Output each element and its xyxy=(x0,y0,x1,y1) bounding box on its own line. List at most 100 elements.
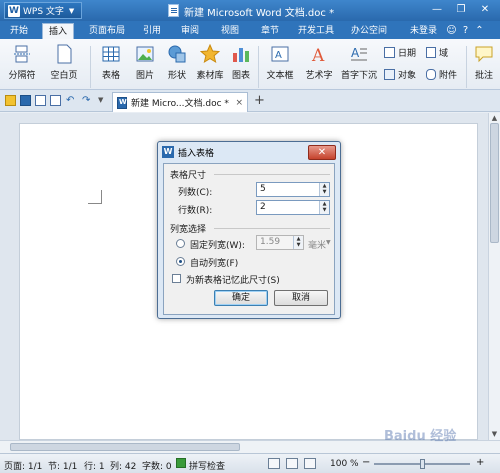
tab-view[interactable]: 视图 xyxy=(216,23,244,39)
dialog-close-button[interactable]: ✕ xyxy=(308,145,336,160)
wps-logo-icon: W xyxy=(8,4,20,17)
open-folder-icon[interactable] xyxy=(5,95,16,106)
title-bar: W WPS 文字 ▼ 新建 Microsoft Word 文档.doc * — … xyxy=(0,0,500,21)
chart-button[interactable]: 图表 xyxy=(228,44,254,81)
vertical-scroll-thumb[interactable] xyxy=(490,123,499,243)
wordart-icon: A xyxy=(311,46,325,64)
date-button[interactable]: 日期 xyxy=(384,46,416,59)
rows-label: 行数(R): xyxy=(178,206,213,216)
undo-icon[interactable]: ↶ xyxy=(66,95,77,106)
page-view-icon[interactable] xyxy=(268,458,280,469)
paperclip-icon xyxy=(426,69,436,80)
document-tab-label: 新建 Micro...文档.doc * xyxy=(131,99,229,109)
redo-icon[interactable]: ↷ xyxy=(82,95,93,106)
rows-stepper[interactable]: 2 ▲ ▼ xyxy=(256,200,330,215)
app-menu-button[interactable]: W WPS 文字 ▼ xyxy=(4,2,82,19)
fixed-width-radio[interactable] xyxy=(176,239,185,248)
tab-start[interactable]: 开始 xyxy=(6,23,32,39)
table-button[interactable]: 表格 xyxy=(96,44,126,81)
status-section: 节: 1/1 xyxy=(48,462,78,472)
textbox-button[interactable]: A 文本框 xyxy=(262,44,298,81)
save-icon[interactable] xyxy=(20,95,31,106)
columns-spin-buttons[interactable]: ▲ ▼ xyxy=(319,183,329,196)
spin-down-icon[interactable]: ▼ xyxy=(294,242,303,248)
tab-developer[interactable]: 开发工具 xyxy=(294,23,338,39)
app-name: WPS 文字 xyxy=(23,7,64,17)
tab-section[interactable]: 章节 xyxy=(256,23,284,39)
wordart-button[interactable]: A 艺术字 xyxy=(302,44,336,81)
auto-width-label[interactable]: 自动列宽(F) xyxy=(190,256,238,269)
close-icon[interactable]: ✕ xyxy=(474,2,496,18)
shape-icon xyxy=(168,45,186,63)
unit-caret-icon[interactable]: ▼ xyxy=(326,239,331,246)
fixed-width-label[interactable]: 固定列宽(W): xyxy=(190,238,245,251)
web-view-icon[interactable] xyxy=(304,458,316,469)
window-controls: — ❐ ✕ xyxy=(426,2,496,18)
blank-page-button[interactable]: 空白页 xyxy=(46,44,82,81)
minimize-ribbon-icon[interactable]: ⌃ xyxy=(474,25,485,36)
vertical-scrollbar[interactable]: ▲ ▼ xyxy=(488,113,500,440)
textbox-icon: A xyxy=(271,46,289,62)
zoom-out-icon[interactable]: − xyxy=(362,457,370,468)
object-button[interactable]: 对象 xyxy=(384,68,416,81)
document-tab[interactable]: 新建 Micro...文档.doc * × xyxy=(112,92,248,112)
ribbon-separator xyxy=(466,46,467,88)
zoom-in-icon[interactable]: + xyxy=(476,457,484,468)
tab-insert[interactable]: 插入 xyxy=(42,23,74,39)
picture-button[interactable]: 图片 xyxy=(130,44,160,81)
dialog-title: 插入表格 xyxy=(178,148,215,159)
page-break-button[interactable]: 分隔符 xyxy=(4,44,40,81)
outline-view-icon[interactable] xyxy=(286,458,298,469)
spellcheck-icon xyxy=(176,458,186,468)
columns-stepper[interactable]: 5 ▲ ▼ xyxy=(256,182,330,197)
field-button[interactable]: 域 xyxy=(426,46,448,59)
object-icon xyxy=(384,69,395,80)
shape-button[interactable]: 形状 xyxy=(162,44,192,81)
horizontal-scroll-thumb[interactable] xyxy=(10,443,240,451)
comment-button[interactable]: 批注 xyxy=(470,44,498,81)
spin-down-icon[interactable]: ▼ xyxy=(320,207,329,213)
rows-value: 2 xyxy=(260,202,266,212)
login-status[interactable]: 未登录 xyxy=(410,23,437,39)
caret-down-icon: ▼ xyxy=(68,6,75,15)
ok-button[interactable]: 确定 xyxy=(214,290,268,306)
help-icon[interactable]: ? xyxy=(460,25,471,36)
tab-review[interactable]: 审阅 xyxy=(176,23,204,39)
print-preview-icon[interactable] xyxy=(50,95,61,106)
zoom-slider-knob[interactable] xyxy=(420,459,425,469)
tab-page-layout[interactable]: 页面布局 xyxy=(84,23,130,39)
fixed-width-stepper[interactable]: 1.59 ▲ ▼ xyxy=(256,235,304,250)
dropcap-button[interactable]: A 首字下沉 xyxy=(338,44,380,81)
insert-table-dialog: W 插入表格 ✕ 表格尺寸 列数(C): 5 ▲ ▼ 行数(R): 2 ▲ ▼ 列宽… xyxy=(157,141,341,319)
rows-spin-buttons[interactable]: ▲ ▼ xyxy=(319,201,329,214)
comment-icon xyxy=(475,46,493,63)
quick-access-bar: ↶ ↷ ▼ 新建 Micro...文档.doc * × + xyxy=(0,90,500,112)
customize-caret-icon[interactable]: ▼ xyxy=(98,95,109,106)
auto-width-radio[interactable] xyxy=(176,257,185,266)
remember-size-checkbox[interactable] xyxy=(172,274,181,283)
clipart-button[interactable]: 素材库 xyxy=(194,44,226,81)
tab-office-space[interactable]: 办公空间 xyxy=(346,23,392,39)
scroll-up-icon[interactable]: ▲ xyxy=(489,113,500,123)
remember-size-label[interactable]: 为新表格记忆此尺寸(S) xyxy=(186,273,280,286)
spellcheck-toggle[interactable]: 拼写检查 xyxy=(189,459,225,472)
width-unit-select[interactable]: 毫米 xyxy=(308,238,326,251)
theme-icon[interactable]: ☺ xyxy=(446,25,457,36)
fixed-width-spin-buttons[interactable]: ▲ ▼ xyxy=(293,236,303,249)
tab-references[interactable]: 引用 xyxy=(138,23,166,39)
close-tab-icon[interactable]: × xyxy=(235,98,243,108)
status-words: 字数: 0 xyxy=(142,462,172,472)
maximize-icon[interactable]: ❐ xyxy=(450,2,472,18)
spin-down-icon[interactable]: ▼ xyxy=(320,189,329,195)
page-break-icon xyxy=(14,45,30,63)
print-icon[interactable] xyxy=(35,95,46,106)
column-width-group-label: 列宽选择 xyxy=(170,225,207,235)
new-tab-icon[interactable]: + xyxy=(254,94,265,108)
group-divider xyxy=(214,228,330,229)
dropcap-icon: A xyxy=(351,46,367,61)
attachment-button[interactable]: 附件 xyxy=(426,68,457,81)
document-icon xyxy=(168,4,179,17)
baidu-watermark: Baidu 经验 xyxy=(384,429,457,444)
minimize-icon[interactable]: — xyxy=(426,2,448,18)
cancel-button[interactable]: 取消 xyxy=(274,290,328,306)
